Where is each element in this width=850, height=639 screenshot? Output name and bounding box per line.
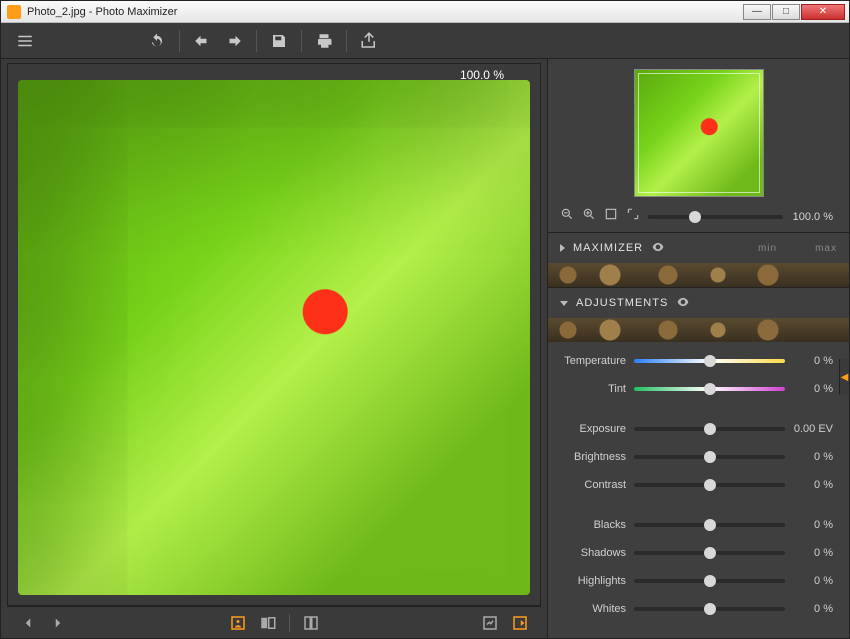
brightness-value: 0 %	[785, 451, 833, 463]
zoom-in-icon[interactable]	[582, 207, 596, 226]
save-button[interactable]	[265, 27, 293, 55]
toolbar	[1, 23, 849, 59]
highlights-slider[interactable]	[634, 579, 785, 583]
blacks-value: 0 %	[785, 519, 833, 531]
chevron-down-icon	[560, 301, 568, 306]
app-window: Photo_2.jpg - Photo Maximizer — □ ✕	[0, 0, 850, 639]
preview-thumbnail[interactable]	[634, 69, 764, 197]
prev-image-button[interactable]	[15, 612, 41, 634]
brightness-row: Brightness 0 %	[554, 446, 833, 468]
tint-slider[interactable]	[634, 387, 785, 391]
highlights-row: Highlights 0 %	[554, 570, 833, 592]
maximizer-banner	[548, 263, 849, 287]
share-button[interactable]	[355, 27, 383, 55]
section-title: ADJUSTMENTS	[576, 297, 668, 309]
eye-icon[interactable]	[651, 240, 665, 257]
close-button[interactable]: ✕	[801, 4, 845, 20]
undo-history-button[interactable]	[143, 27, 171, 55]
window-title: Photo_2.jpg - Photo Maximizer	[27, 6, 177, 18]
separator	[179, 30, 180, 52]
tint-row: Tint 0 %	[554, 378, 833, 400]
shadows-row: Shadows 0 %	[554, 542, 833, 564]
shadows-value: 0 %	[785, 547, 833, 559]
separator	[256, 30, 257, 52]
min-max-labels: min max	[758, 243, 837, 254]
adjustments-banner	[548, 318, 849, 342]
separator	[346, 30, 347, 52]
chevron-right-icon	[560, 244, 565, 252]
shadows-label: Shadows	[554, 547, 634, 559]
preview-zoom-slider[interactable]	[648, 215, 783, 219]
print-button[interactable]	[310, 27, 338, 55]
highlights-label: Highlights	[554, 575, 634, 587]
preview-panel: 100.0 %	[548, 59, 849, 232]
redo-button[interactable]	[220, 27, 248, 55]
zoom-out-icon[interactable]	[560, 207, 574, 226]
view-compare-button[interactable]	[255, 612, 281, 634]
canvas-area: 100.0 %	[1, 59, 547, 638]
photo-canvas	[18, 80, 530, 595]
adjustments-body: Temperature 0 % Tint 0 % Exposure 0.00 E…	[548, 342, 849, 638]
contrast-row: Contrast 0 %	[554, 474, 833, 496]
highlights-value: 0 %	[785, 575, 833, 587]
whites-row: Whites 0 %	[554, 598, 833, 620]
brightness-label: Brightness	[554, 451, 634, 463]
actual-pixels-button[interactable]	[507, 612, 533, 634]
exposure-value: 0.00 EV	[785, 423, 833, 435]
eye-icon[interactable]	[676, 295, 690, 312]
canvas-viewport[interactable]: 100.0 %	[7, 63, 541, 606]
section-adjustments-header[interactable]: ADJUSTMENTS	[548, 288, 849, 318]
section-maximizer: MAXIMIZER min max	[548, 232, 849, 287]
fit-icon[interactable]	[604, 207, 618, 226]
shadows-slider[interactable]	[634, 551, 785, 555]
tint-label: Tint	[554, 383, 634, 395]
separator	[289, 614, 290, 632]
view-single-button[interactable]	[225, 612, 251, 634]
fill-icon[interactable]	[626, 207, 640, 226]
section-maximizer-header[interactable]: MAXIMIZER min max	[548, 233, 849, 263]
whites-value: 0 %	[785, 603, 833, 615]
view-split-button[interactable]	[298, 612, 324, 634]
whites-slider[interactable]	[634, 607, 785, 611]
blacks-label: Blacks	[554, 519, 634, 531]
minimize-button[interactable]: —	[743, 4, 771, 20]
temperature-label: Temperature	[554, 355, 634, 367]
tint-value: 0 %	[785, 383, 833, 395]
preview-zoom-value: 100.0 %	[791, 211, 833, 223]
exposure-slider[interactable]	[634, 427, 785, 431]
contrast-label: Contrast	[554, 479, 634, 491]
temperature-slider[interactable]	[634, 359, 785, 363]
blacks-row: Blacks 0 %	[554, 514, 833, 536]
brightness-slider[interactable]	[634, 455, 785, 459]
right-panel: 100.0 % MAXIMIZER min max	[547, 59, 849, 638]
section-title: MAXIMIZER	[573, 242, 643, 254]
fit-screen-button[interactable]	[477, 612, 503, 634]
section-adjustments: ADJUSTMENTS Temperature 0 % Tint 0 %	[548, 287, 849, 638]
maximize-button[interactable]: □	[772, 4, 800, 20]
temperature-value: 0 %	[785, 355, 833, 367]
blacks-slider[interactable]	[634, 523, 785, 527]
next-image-button[interactable]	[45, 612, 71, 634]
expand-panel-button[interactable]: ◀	[839, 359, 849, 395]
contrast-slider[interactable]	[634, 483, 785, 487]
exposure-row: Exposure 0.00 EV	[554, 418, 833, 440]
contrast-value: 0 %	[785, 479, 833, 491]
whites-label: Whites	[554, 603, 634, 615]
separator	[301, 30, 302, 52]
preview-zoom-row: 100.0 %	[548, 207, 849, 226]
main-area: 100.0 %	[1, 59, 849, 638]
temperature-row: Temperature 0 %	[554, 350, 833, 372]
undo-button[interactable]	[188, 27, 216, 55]
titlebar: Photo_2.jpg - Photo Maximizer — □ ✕	[1, 1, 849, 23]
exposure-label: Exposure	[554, 423, 634, 435]
bottom-toolbar	[7, 606, 541, 638]
app-icon	[7, 5, 21, 19]
menu-button[interactable]	[11, 27, 39, 55]
